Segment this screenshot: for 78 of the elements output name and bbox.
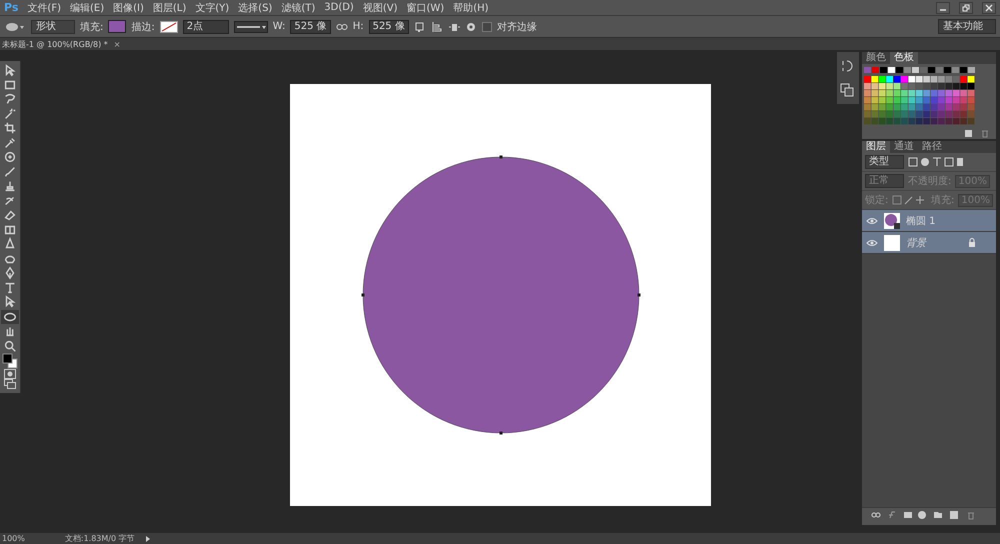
restore-icon (962, 4, 970, 12)
eraser-icon (3, 208, 17, 222)
healing-icon (3, 150, 17, 164)
stroke-label: 描边: (131, 20, 155, 34)
ellipse-tool-icon[interactable] (4, 20, 26, 32)
width-field[interactable]: 525 像 (290, 20, 331, 34)
document-tab[interactable]: 未标题-1 @ 100%(RGB/8) * (2, 38, 108, 50)
eye-icon[interactable] (866, 238, 878, 246)
width-label: W: (272, 21, 286, 32)
menu-item[interactable]: 视图(V) (362, 0, 398, 14)
pen-icon (3, 266, 17, 280)
settings-icon[interactable] (464, 20, 477, 32)
swatches-drawing[interactable] (864, 67, 976, 125)
menu-item[interactable]: 窗口(W) (406, 0, 444, 14)
menu-item[interactable]: 3D(D) (324, 2, 354, 13)
menu-item[interactable]: 文字(Y) (195, 0, 230, 14)
path-alignment-icon[interactable] (430, 20, 443, 32)
blend-mode-select[interactable]: 正常 (865, 174, 904, 188)
stroke-style-select[interactable] (234, 20, 268, 32)
link-icon[interactable] (336, 22, 348, 30)
panel-tab[interactable]: 通道 (890, 141, 918, 153)
type-icon (3, 280, 17, 295)
menu-item[interactable]: 图层(L) (152, 0, 186, 14)
layer-row[interactable]: 椭圆 1 (862, 210, 996, 232)
zoom-level: 100% (2, 534, 25, 543)
ellipse-tool-button[interactable] (1, 310, 19, 324)
properties-panel-icon[interactable] (839, 82, 855, 98)
no-stroke-swatch[interactable] (160, 20, 178, 32)
color-swatches-icon[interactable] (2, 353, 18, 369)
zoom-icon (3, 338, 17, 353)
filter-select[interactable]: 类型 (865, 155, 904, 169)
menu-item[interactable]: 选择(S) (238, 0, 272, 14)
close-icon (985, 4, 993, 12)
stroke-width-field[interactable]: 2点 (182, 20, 229, 34)
fill-swatch[interactable] (108, 20, 126, 33)
height-field[interactable]: 525 像 (368, 20, 409, 34)
app-logo: Ps (4, 1, 18, 14)
eye-icon[interactable] (866, 216, 878, 224)
height-label: H: (352, 21, 364, 32)
menu-item[interactable]: 文件(F) (27, 0, 61, 14)
layer-name: 椭圆 1 (906, 214, 937, 228)
menu-item[interactable]: 滤镜(T) (281, 0, 316, 14)
menu-item[interactable]: 帮助(H) (453, 0, 489, 14)
new-swatch-icon[interactable] (964, 128, 974, 138)
tab-close-button[interactable]: × (114, 40, 120, 48)
panel-tab[interactable]: 图层 (862, 141, 890, 153)
stamp-icon (3, 179, 17, 194)
document-info: 文档:1.83M/0 字节 (64, 533, 135, 544)
layer-thumbnail (884, 234, 900, 250)
lasso-icon (3, 92, 17, 106)
align-edges-checkbox[interactable] (482, 22, 492, 32)
align-edges-label: 对齐边缘 (496, 20, 537, 34)
panel-tab[interactable]: 色板 (890, 52, 918, 64)
layer-thumbnail (884, 212, 900, 228)
layer-name: 背景 (906, 236, 928, 250)
menu-arrow-icon[interactable] (144, 534, 151, 542)
layer-filter-icons[interactable] (908, 157, 964, 167)
layer-row[interactable]: 背景 (862, 232, 996, 254)
wand-icon (3, 106, 17, 121)
ellipse-shape[interactable] (362, 156, 640, 434)
eyedropper-icon (3, 136, 17, 150)
minimize-button[interactable] (936, 2, 950, 14)
mode-select[interactable]: 形状 (31, 20, 75, 34)
restore-button[interactable] (959, 2, 973, 14)
panel-tab[interactable]: 颜色 (862, 52, 890, 64)
path-icon (3, 295, 17, 310)
close-button[interactable] (982, 2, 996, 14)
fill-label: 填充: (80, 20, 104, 34)
brush-icon (3, 164, 17, 179)
menu-item[interactable]: 图像(I) (113, 0, 144, 14)
screen-mode-icon[interactable] (4, 379, 16, 389)
move-icon (3, 63, 17, 78)
workspace-select[interactable]: 基本功能 (938, 19, 996, 34)
path-operations-icon[interactable] (414, 20, 426, 32)
crop-icon (3, 121, 17, 136)
menu-item[interactable]: 编辑(E) (70, 0, 104, 14)
panel-tab[interactable]: 路径 (918, 141, 946, 153)
quick-mask-icon[interactable] (4, 369, 16, 379)
